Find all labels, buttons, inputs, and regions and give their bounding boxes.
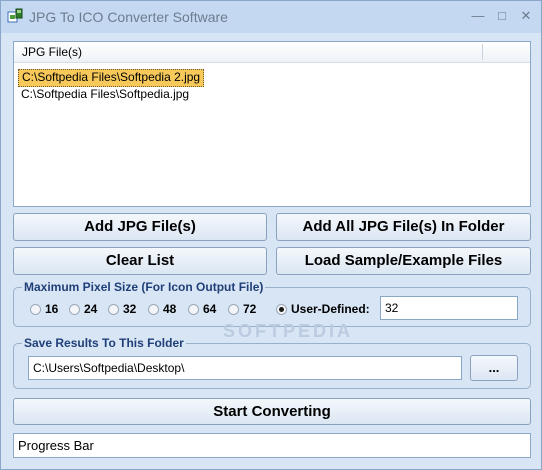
add-jpg-files-button[interactable]: Add JPG File(s): [13, 213, 267, 241]
list-item[interactable]: C:\Softpedia Files\Softpedia 2.jpg: [18, 69, 205, 87]
radio-24-label: 24: [84, 302, 98, 316]
radio-48-indicator[interactable]: [148, 304, 159, 315]
output-folder-input[interactable]: C:\Users\Softpedia\Desktop\: [28, 356, 462, 380]
progress-bar: Progress Bar: [13, 433, 531, 458]
pixel-size-group: Maximum Pixel Size (For Icon Output File…: [13, 280, 531, 327]
close-button[interactable]: ✕: [515, 6, 537, 26]
radio-64-indicator[interactable]: [188, 304, 199, 315]
minimize-button[interactable]: —: [467, 6, 489, 26]
start-converting-button[interactable]: Start Converting: [13, 398, 531, 425]
column-separator[interactable]: [482, 44, 483, 60]
browse-folder-button[interactable]: ...: [470, 355, 518, 381]
radio-user-defined[interactable]: User-Defined:: [276, 302, 370, 318]
radio-64-label: 64: [203, 302, 217, 316]
app-icon: [7, 8, 23, 23]
radio-48-label: 48: [163, 302, 177, 316]
maximize-button[interactable]: □: [491, 6, 513, 26]
client-area: JPG File(s) C:\Softpedia Files\Softpedia…: [1, 33, 541, 469]
user-defined-size-input[interactable]: 32: [380, 296, 518, 320]
load-sample-files-button[interactable]: Load Sample/Example Files: [276, 247, 531, 275]
title-bar[interactable]: JPG To ICO Converter Software — □ ✕: [1, 1, 541, 33]
radio-16-indicator[interactable]: [30, 304, 41, 315]
pixel-size-group-title: Maximum Pixel Size (For Icon Output File…: [22, 280, 266, 294]
save-folder-group-title: Save Results To This Folder: [22, 336, 186, 350]
radio-32-indicator[interactable]: [108, 304, 119, 315]
clear-list-button[interactable]: Clear List: [13, 247, 267, 275]
file-list-header: JPG File(s): [14, 42, 530, 63]
radio-72-indicator[interactable]: [228, 304, 239, 315]
radio-24-indicator[interactable]: [69, 304, 80, 315]
main-window: JPG To ICO Converter Software — □ ✕ JPG …: [0, 0, 542, 470]
window-title: JPG To ICO Converter Software: [29, 9, 228, 25]
list-item[interactable]: C:\Softpedia Files\Softpedia.jpg: [18, 86, 192, 102]
file-list[interactable]: JPG File(s) C:\Softpedia Files\Softpedia…: [13, 41, 531, 207]
radio-user-defined-indicator[interactable]: [276, 304, 287, 315]
radio-72-label: 72: [243, 302, 257, 316]
radio-32-label: 32: [123, 302, 137, 316]
add-all-in-folder-button[interactable]: Add All JPG File(s) In Folder: [276, 213, 531, 241]
radio-48[interactable]: 48: [148, 302, 176, 318]
radio-64[interactable]: 64: [188, 302, 216, 318]
radio-24[interactable]: 24: [69, 302, 97, 318]
column-header-jpg-files[interactable]: JPG File(s): [22, 45, 82, 59]
radio-16-label: 16: [45, 302, 59, 316]
radio-user-defined-label: User-Defined:: [291, 302, 370, 316]
radio-72[interactable]: 72: [228, 302, 256, 318]
save-folder-group: Save Results To This Folder C:\Users\Sof…: [13, 336, 531, 389]
radio-32[interactable]: 32: [108, 302, 136, 318]
radio-16[interactable]: 16: [30, 302, 58, 318]
